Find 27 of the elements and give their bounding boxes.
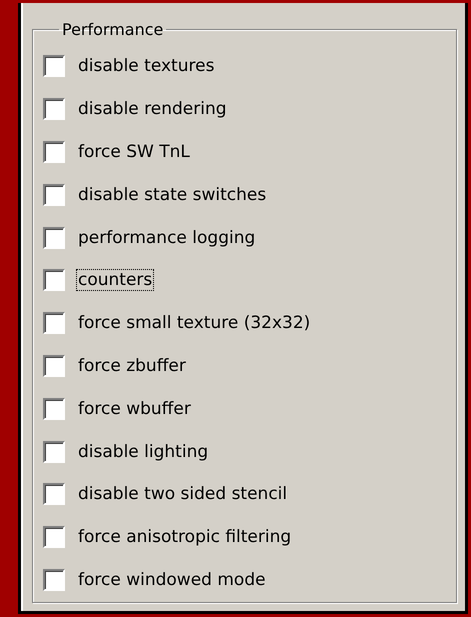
checkbox-label[interactable]: force wbuffer bbox=[77, 398, 192, 419]
checkbox-label[interactable]: force small texture (32x32) bbox=[77, 313, 312, 334]
checkbox[interactable] bbox=[43, 184, 65, 206]
checkbox[interactable] bbox=[43, 483, 65, 506]
checkbox-label[interactable]: disable two sided stencil bbox=[77, 484, 288, 504]
checkbox-label[interactable]: force SW TnL bbox=[77, 142, 191, 162]
checkbox[interactable] bbox=[43, 526, 65, 548]
checkbox-label[interactable]: disable textures bbox=[77, 56, 216, 76]
checkbox[interactable] bbox=[43, 226, 65, 249]
checkbox[interactable] bbox=[43, 312, 65, 334]
checkbox[interactable] bbox=[43, 568, 65, 591]
checkbox[interactable] bbox=[43, 55, 65, 78]
checkbox[interactable] bbox=[43, 269, 65, 292]
checkbox-label[interactable]: force anisotropic filtering bbox=[77, 527, 292, 548]
checkbox[interactable] bbox=[43, 98, 65, 120]
checkbox-label[interactable]: disable rendering bbox=[77, 99, 228, 120]
checkbox-label[interactable]: disable state switches bbox=[77, 184, 268, 205]
checkbox-label[interactable]: performance logging bbox=[77, 228, 256, 248]
checkbox[interactable] bbox=[43, 398, 65, 420]
checkbox-label[interactable]: force zbuffer bbox=[77, 356, 187, 376]
checkbox[interactable] bbox=[43, 140, 65, 163]
group-title: Performance bbox=[61, 20, 164, 39]
checkbox-label[interactable]: force windowed mode bbox=[77, 570, 267, 590]
checkbox[interactable] bbox=[43, 440, 65, 463]
checkbox-label[interactable]: counters bbox=[77, 270, 154, 290]
checkbox-label[interactable]: disable lighting bbox=[77, 442, 210, 462]
checkbox[interactable] bbox=[43, 354, 65, 377]
